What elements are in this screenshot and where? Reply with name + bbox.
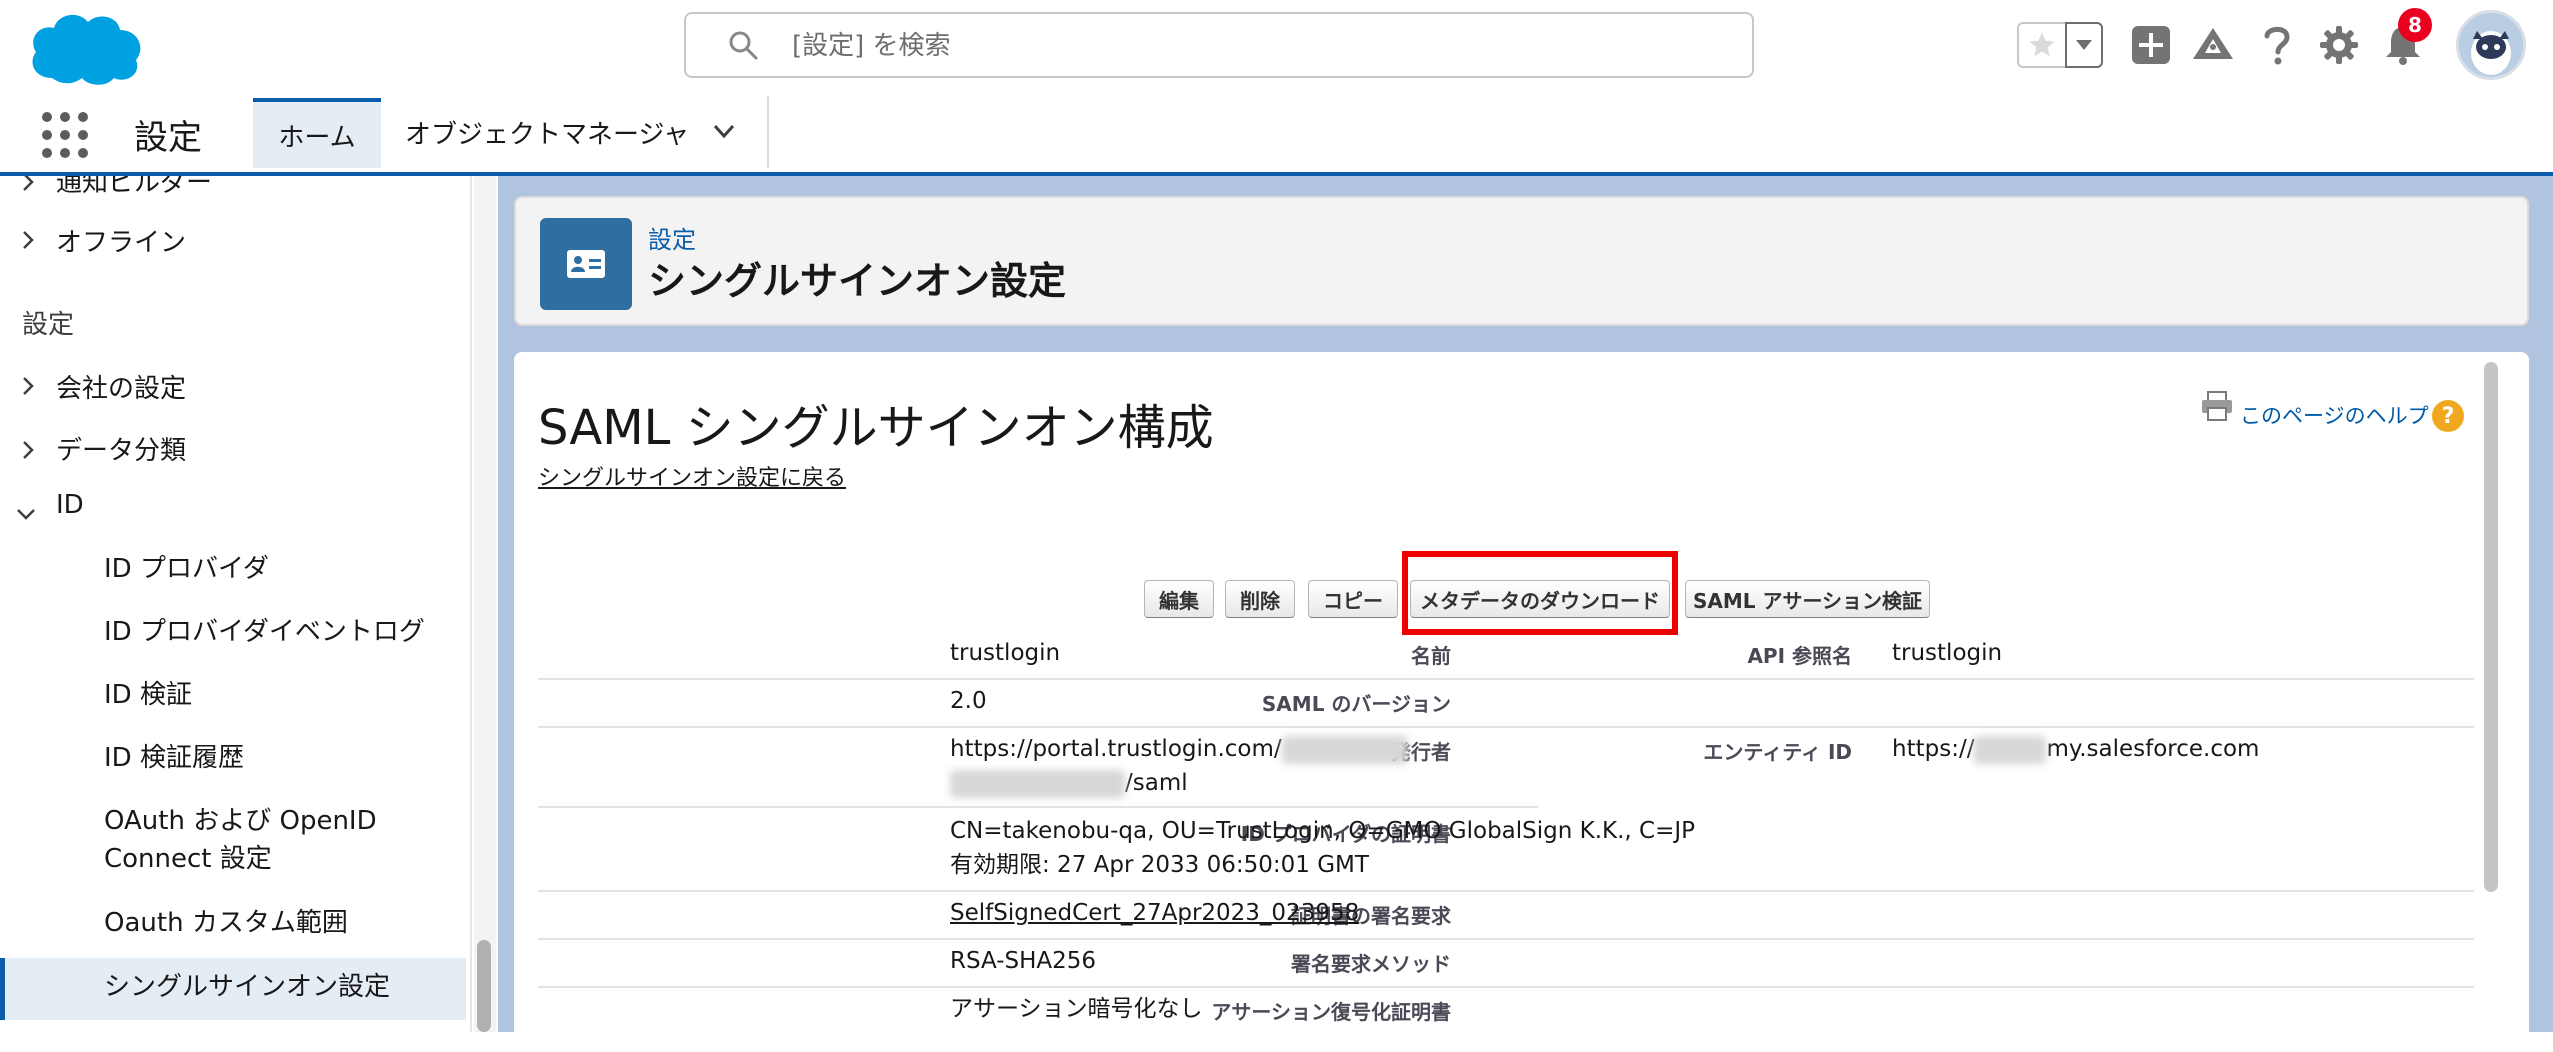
chevron-right-icon[interactable]: [18, 438, 38, 462]
back-to-sso-settings-link[interactable]: シングルサインオン設定に戻る: [538, 460, 846, 492]
add-icon: [2132, 26, 2170, 64]
issuer-value-line1: https://portal.trustlogin.com/: [950, 732, 1408, 766]
help-button[interactable]: [2252, 20, 2302, 70]
tab-object-manager[interactable]: オブジェクトマネージャ: [381, 96, 769, 168]
issuer-value-line2: /saml: [950, 766, 1188, 800]
trailhead-icon: [2193, 28, 2233, 59]
signing-certificate-link[interactable]: SelfSignedCert_27Apr2023_023958: [950, 896, 1359, 930]
sidebar-item-data-classification[interactable]: データ分類: [56, 430, 186, 467]
search-input[interactable]: [790, 14, 1694, 78]
contact-card-icon: [540, 218, 632, 310]
global-header: 8: [0, 0, 2553, 98]
idp-certificate-value-line2: 有効期限: 27 Apr 2033 06:50:01 GMT: [950, 852, 1369, 878]
name-value: trustlogin: [950, 640, 1061, 666]
content-title: SAML シングルサインオン構成: [538, 400, 1214, 456]
app-launcher-icon[interactable]: [42, 112, 88, 158]
user-avatar[interactable]: [2456, 10, 2526, 80]
sidebar-item-identity-verification-history[interactable]: ID 検証履歴: [104, 739, 244, 777]
detail-row-signing-certificate: 証明書の署名要求 SelfSignedCert_27Apr2023_023958: [538, 890, 2474, 940]
api-name-value: trustlogin: [1892, 640, 2003, 666]
chevron-right-icon[interactable]: [18, 176, 38, 194]
delete-button[interactable]: 削除: [1225, 580, 1295, 618]
tab-home[interactable]: ホーム: [253, 98, 381, 168]
entity-id-prefix: https://: [1892, 736, 1975, 762]
sidebar-item-company-settings[interactable]: 会社の設定: [56, 368, 186, 405]
sidebar-item-identity-verification[interactable]: ID 検証: [104, 676, 192, 714]
global-search[interactable]: [684, 12, 1754, 78]
favorite-star-button[interactable]: [2017, 22, 2067, 68]
sidebar-item-oauth-openid-line1[interactable]: OAuth および OpenID: [104, 802, 377, 840]
content-scrollbar-thumb[interactable]: [2484, 362, 2498, 892]
chevron-down-icon: [2076, 40, 2092, 50]
global-actions-button[interactable]: [2126, 20, 2176, 70]
chevron-down-icon[interactable]: [14, 504, 38, 524]
sidebar-scrollbar-thumb[interactable]: [477, 940, 491, 1032]
chevron-right-icon[interactable]: [18, 228, 38, 252]
favorites-group: [2017, 22, 2103, 70]
app-navigation-bar: 設定 ホーム オブジェクトマネージャ: [0, 96, 2553, 176]
chevron-right-icon[interactable]: [18, 374, 38, 398]
chevron-down-icon[interactable]: [711, 118, 737, 144]
sidebar-section-label: 設定: [22, 310, 75, 340]
saml-version-label: SAML のバージョン: [1261, 692, 1451, 716]
sidebar-item-identity-provider[interactable]: ID プロバイダ: [104, 550, 269, 588]
issuer-value-line1-text: https://portal.trustlogin.com/: [950, 736, 1282, 762]
search-icon: [729, 31, 758, 60]
notification-count-badge: 8: [2398, 8, 2432, 42]
sidebar-item-offline[interactable]: オフライン: [56, 222, 186, 259]
detail-row-saml-version: SAML のバージョン 2.0: [538, 678, 2474, 728]
signing-method-label: 署名要求メソッド: [1291, 952, 1451, 976]
help-icon: [2264, 26, 2290, 65]
saml-assertion-validator-button[interactable]: SAML アサーション検証: [1685, 580, 1930, 618]
sidebar-item-notification-builder[interactable]: 通知ビルダー: [56, 176, 212, 199]
salesforce-logo[interactable]: [26, 8, 146, 88]
entity-id-suffix: my.salesforce.com: [2046, 736, 2260, 762]
print-icon[interactable]: [2200, 390, 2234, 422]
setup-button[interactable]: [2314, 20, 2364, 70]
name-label: 名前: [1411, 644, 1451, 668]
redacted-text: [1281, 735, 1408, 764]
sidebar-item-id[interactable]: ID: [56, 490, 84, 520]
assertion-decryption-label: アサーション復号化証明書: [1211, 1000, 1451, 1024]
api-name-label: API 参照名: [1747, 644, 1852, 668]
help-question-icon[interactable]: ?: [2432, 400, 2464, 432]
redacted-text: [950, 769, 1125, 798]
idp-certificate-value-line1: CN=takenobu-qa, OU=TrustLogin, O=GMO Glo…: [950, 818, 1696, 844]
sidebar-scrollbar[interactable]: [474, 176, 496, 1032]
page-title: シングルサインオン設定: [648, 259, 1067, 303]
page-header: 設定 シングルサインオン設定: [514, 196, 2529, 326]
gear-icon: [2320, 26, 2358, 64]
highlight-annotation-box: [1402, 551, 1678, 635]
edit-button[interactable]: 編集: [1144, 580, 1214, 618]
astro-avatar-icon: [2471, 31, 2511, 75]
sidebar-item-single-sign-on-settings[interactable]: シングルサインオン設定: [104, 968, 390, 1006]
assertion-decryption-value: アサーション暗号化なし: [950, 996, 1203, 1022]
entity-id-value: https:// my.salesforce.com: [1892, 732, 2259, 766]
signing-method-value: RSA-SHA256: [950, 948, 1097, 974]
sidebar-item-oauth-openid-line2[interactable]: Connect 設定: [104, 840, 272, 878]
app-name: 設定: [134, 118, 202, 158]
entity-id-label: エンティティ ID: [1703, 740, 1852, 764]
help-for-this-page-link[interactable]: このページのヘルプ: [2240, 400, 2429, 430]
detail-row-assertion-decryption: アサーション復号化証明書 アサーション暗号化なし: [538, 986, 2474, 1032]
trailhead-button[interactable]: [2188, 20, 2238, 70]
star-icon: [2029, 32, 2055, 57]
tab-object-manager-label: オブジェクトマネージャ: [405, 119, 690, 150]
detail-row-signing-method: 署名要求メソッド RSA-SHA256: [538, 938, 2474, 988]
sidebar-item-identity-provider-event-log[interactable]: ID プロバイダイベントログ: [104, 613, 425, 651]
redacted-text: [1974, 735, 2047, 764]
favorites-menu-button[interactable]: [2065, 22, 2103, 68]
sidebar-item-oauth-custom-scopes[interactable]: Oauth カスタム範囲: [104, 904, 348, 942]
issuer-value-line2-text: /saml: [1125, 770, 1188, 796]
copy-button[interactable]: コピー: [1308, 580, 1398, 618]
detail-row-idp-certificate: ID プロバイダの証明書 CN=takenobu-qa, OU=TrustLog…: [538, 808, 2474, 892]
saml-version-value: 2.0: [950, 688, 987, 714]
detail-row-name: 名前 trustlogin: [538, 630, 2474, 680]
setup-sidebar: 通知ビルダー オフライン 設定 会社の設定 データ分類 ID ID プロバイダ …: [0, 176, 472, 1032]
